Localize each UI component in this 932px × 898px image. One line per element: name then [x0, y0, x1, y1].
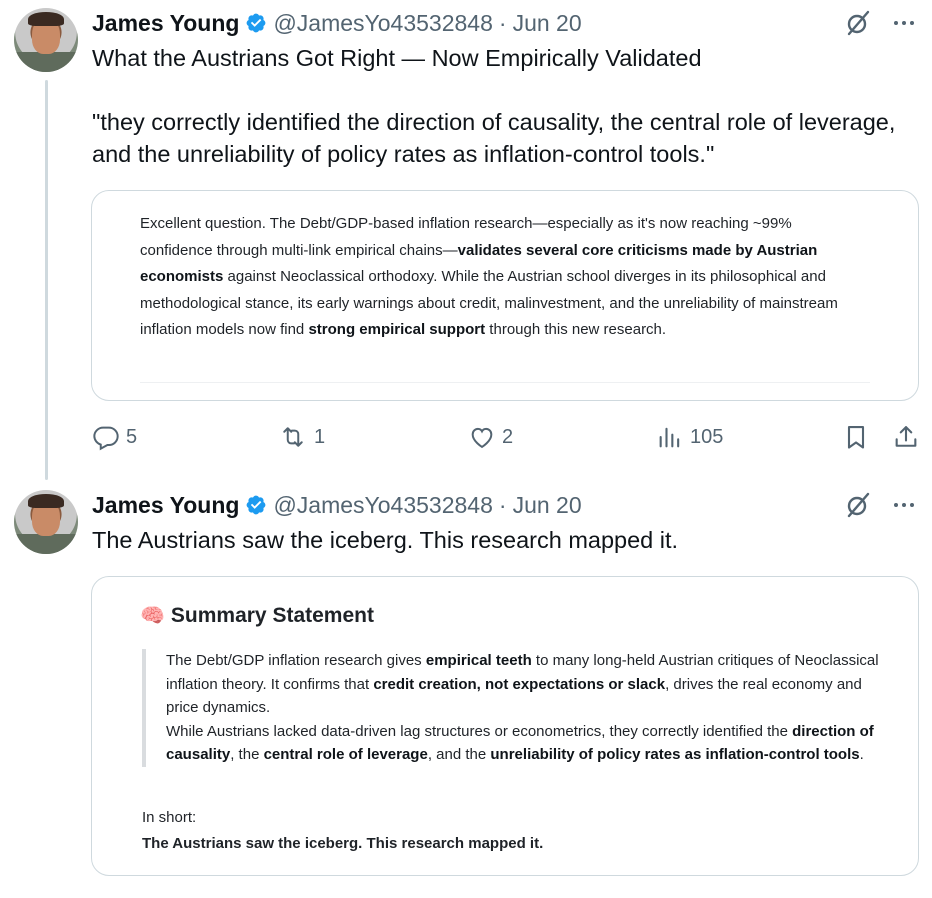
author-name[interactable]: James Young — [92, 10, 239, 37]
in-short-label: In short: — [142, 809, 197, 826]
views-icon — [659, 427, 680, 448]
summary-title: 🧠 Summary Statement — [140, 603, 374, 628]
share-button[interactable] — [892, 421, 920, 453]
views-button[interactable]: 105 — [656, 421, 723, 453]
grok-icon[interactable] — [844, 491, 872, 519]
summary-title-text: Summary Statement — [170, 603, 374, 627]
tweet-actions: 5 1 2 105 — [92, 421, 922, 453]
header-actions — [844, 489, 918, 521]
repost-count: 1 — [314, 425, 326, 448]
verified-badge-icon — [247, 495, 266, 515]
separator: · — [498, 9, 507, 36]
tweet-text: What the Austrians Got Right — Now Empir… — [92, 45, 896, 167]
bottom-line-text: The Austrians saw the iceberg. This rese… — [142, 835, 544, 852]
tweet-date[interactable]: Jun 20 — [513, 10, 582, 37]
summary-quote: The Debt/GDP inflation research gives em… — [142, 649, 896, 767]
like-count: 2 — [502, 425, 514, 448]
like-button[interactable]: 2 — [468, 421, 513, 453]
tweet-header: James Young @JamesYo43532848 · Jun 20 — [92, 489, 582, 521]
separator: · — [498, 491, 507, 518]
bookmark-icon — [847, 426, 865, 449]
like-icon — [471, 427, 493, 449]
tweet-2[interactable]: James Young @JamesYo43532848 · Jun 20 Th… — [0, 482, 932, 898]
attached-image-card[interactable]: 🧠 Summary Statement The Debt/GDP inflati… — [91, 576, 919, 876]
author-name[interactable]: James Young — [92, 492, 239, 519]
author-handle[interactable]: @JamesYo43532848 — [273, 10, 492, 37]
header-actions — [844, 7, 918, 39]
grok-icon[interactable] — [844, 9, 872, 37]
brain-icon: 🧠 — [140, 605, 165, 627]
reply-count: 5 — [126, 425, 138, 448]
reply-icon — [93, 426, 119, 451]
author-handle[interactable]: @JamesYo43532848 — [273, 492, 492, 519]
more-icon[interactable] — [890, 9, 918, 37]
card-body-text: Excellent question. The Debt/GDP-based i… — [140, 215, 838, 338]
repost-icon — [283, 427, 303, 447]
views-count: 105 — [690, 425, 724, 448]
tweet-header: James Young @JamesYo43532848 · Jun 20 — [92, 7, 582, 39]
attached-image-card[interactable]: Excellent question. The Debt/GDP-based i… — [91, 190, 919, 401]
quote-paragraph-2: While Austrians lacked data-driven lag s… — [166, 722, 874, 764]
share-icon — [895, 426, 917, 447]
repost-button[interactable]: 1 — [278, 421, 325, 453]
avatar[interactable] — [14, 8, 78, 72]
tweet-text: The Austrians saw the iceberg. This rese… — [92, 527, 679, 553]
tweet-date[interactable]: Jun 20 — [513, 492, 582, 519]
tweet-1[interactable]: James Young @JamesYo43532848 · Jun 20 Wh… — [0, 0, 932, 470]
more-icon[interactable] — [890, 491, 918, 519]
reply-button[interactable]: 5 — [92, 421, 137, 453]
bookmark-button[interactable] — [842, 421, 870, 453]
avatar[interactable] — [14, 490, 78, 554]
card-divider — [140, 382, 870, 383]
verified-badge-icon — [247, 13, 266, 33]
quote-paragraph-1: The Debt/GDP inflation research gives em… — [166, 652, 879, 716]
